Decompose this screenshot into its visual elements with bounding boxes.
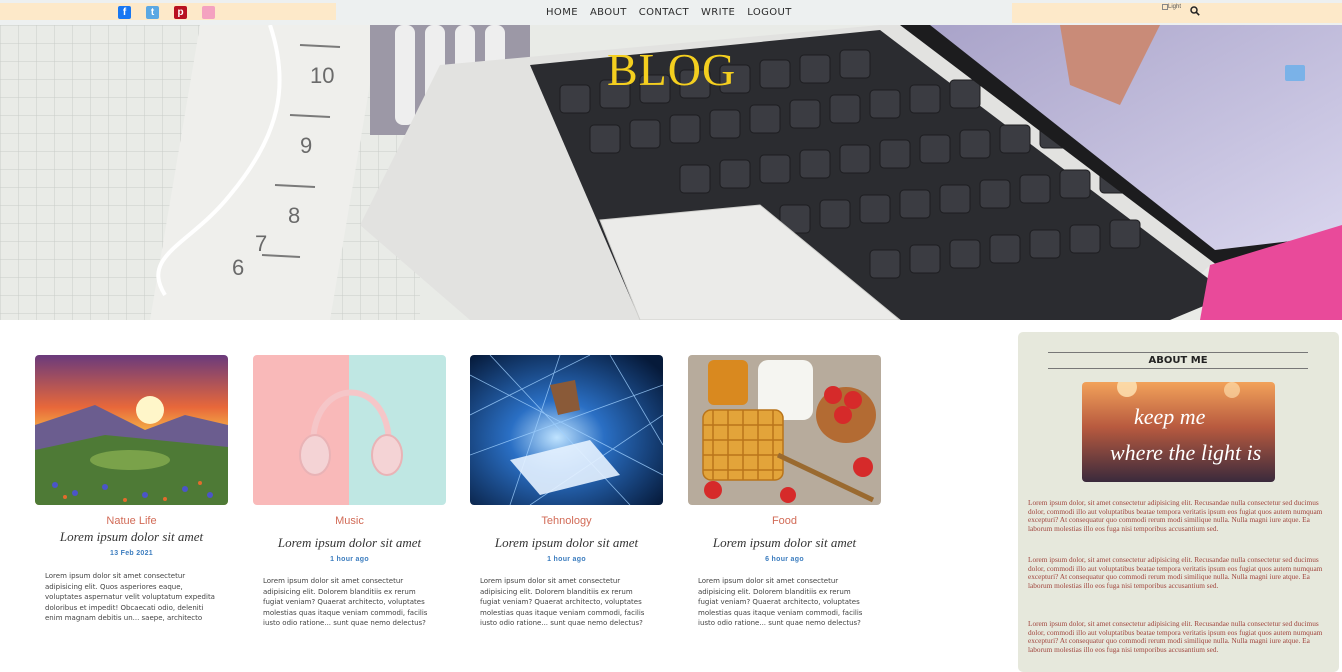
main-nav: HOME ABOUT CONTACT WRITE LOGOUT bbox=[540, 0, 798, 25]
about-paragraph: Lorem ipsum dolor, sit amet consectetur … bbox=[1028, 555, 1323, 590]
post-date: 13 Feb 2021 bbox=[110, 550, 153, 557]
post-title[interactable]: Lorem ipsum dolor sit amet bbox=[35, 529, 228, 545]
post-card[interactable]: Tehnology Lorem ipsum dolor sit amet 1 h… bbox=[470, 355, 663, 628]
top-bar: f t p HOME ABOUT CONTACT WRITE LOGOUT Li… bbox=[0, 0, 1342, 25]
svg-text:6: 6 bbox=[232, 255, 244, 280]
post-date: 1 hour ago bbox=[330, 556, 369, 563]
post-description: Lorem ipsum dolor sit amet consectetur a… bbox=[698, 577, 863, 627]
tools-strip: Light bbox=[1012, 3, 1342, 23]
post-date: 6 hour ago bbox=[765, 556, 804, 563]
search-icon[interactable] bbox=[1190, 6, 1200, 16]
post-description: Lorem ipsum dolor sit amet consectetur a… bbox=[45, 572, 215, 622]
nav-about[interactable]: ABOUT bbox=[584, 0, 633, 25]
twitter-icon[interactable]: t bbox=[146, 6, 159, 19]
post-category[interactable]: Tehnology bbox=[470, 515, 663, 527]
post-category[interactable]: Music bbox=[253, 515, 446, 527]
nav-contact[interactable]: CONTACT bbox=[633, 0, 695, 25]
about-paragraph: Lorem ipsum dolor, sit amet consectetur … bbox=[1028, 498, 1323, 533]
post-image-food[interactable] bbox=[688, 355, 881, 505]
facebook-icon[interactable]: f bbox=[118, 6, 131, 19]
svg-text:9: 9 bbox=[300, 133, 312, 158]
nav-home[interactable]: HOME bbox=[540, 0, 584, 25]
light-toggle-label: Light bbox=[1168, 4, 1182, 10]
nav-logout[interactable]: LOGOUT bbox=[741, 0, 798, 25]
post-category[interactable]: Natue Life bbox=[35, 515, 228, 527]
post-image-nature[interactable] bbox=[35, 355, 228, 505]
light-toggle[interactable]: Light bbox=[1162, 4, 1181, 10]
post-card[interactable]: Natue Life Lorem ipsum dolor sit amet 13… bbox=[35, 355, 228, 623]
post-image-music[interactable] bbox=[253, 355, 446, 505]
post-card[interactable]: Music Lorem ipsum dolor sit amet 1 hour … bbox=[253, 355, 446, 628]
pinterest-icon[interactable]: p bbox=[174, 6, 187, 19]
svg-text:8: 8 bbox=[288, 203, 300, 228]
post-description: Lorem ipsum dolor sit amet consectetur a… bbox=[480, 577, 645, 627]
post-date: 1 hour ago bbox=[547, 556, 586, 563]
svg-text:7: 7 bbox=[255, 231, 267, 256]
post-description: Lorem ipsum dolor sit amet consectetur a… bbox=[263, 577, 428, 627]
about-paragraph: Lorem ipsum dolor, sit amet consectetur … bbox=[1028, 619, 1323, 654]
about-me-image: keep me where the light is bbox=[1082, 382, 1275, 482]
social-links: f t p bbox=[0, 3, 336, 20]
post-title[interactable]: Lorem ipsum dolor sit amet bbox=[470, 535, 663, 551]
post-title[interactable]: Lorem ipsum dolor sit amet bbox=[688, 535, 881, 551]
about-image-quote-line-2: where the light is bbox=[1110, 440, 1262, 465]
sidebar: ABOUT ME keep me where the light is Lore… bbox=[1018, 332, 1339, 672]
hero-title: BLOG bbox=[607, 44, 737, 95]
about-me-title: ABOUT ME bbox=[1048, 352, 1308, 369]
post-image-technology[interactable] bbox=[470, 355, 663, 505]
post-card[interactable]: Food Lorem ipsum dolor sit amet 6 hour a… bbox=[688, 355, 881, 628]
nav-write[interactable]: WRITE bbox=[695, 0, 741, 25]
post-category[interactable]: Food bbox=[688, 515, 881, 527]
instagram-icon[interactable] bbox=[202, 6, 215, 19]
post-title[interactable]: Lorem ipsum dolor sit amet bbox=[253, 535, 446, 551]
svg-text:10: 10 bbox=[310, 63, 334, 88]
hero-banner: 10 9 8 76 BLOG bbox=[0, 25, 1342, 320]
about-image-quote-line-1: keep me bbox=[1134, 404, 1206, 429]
